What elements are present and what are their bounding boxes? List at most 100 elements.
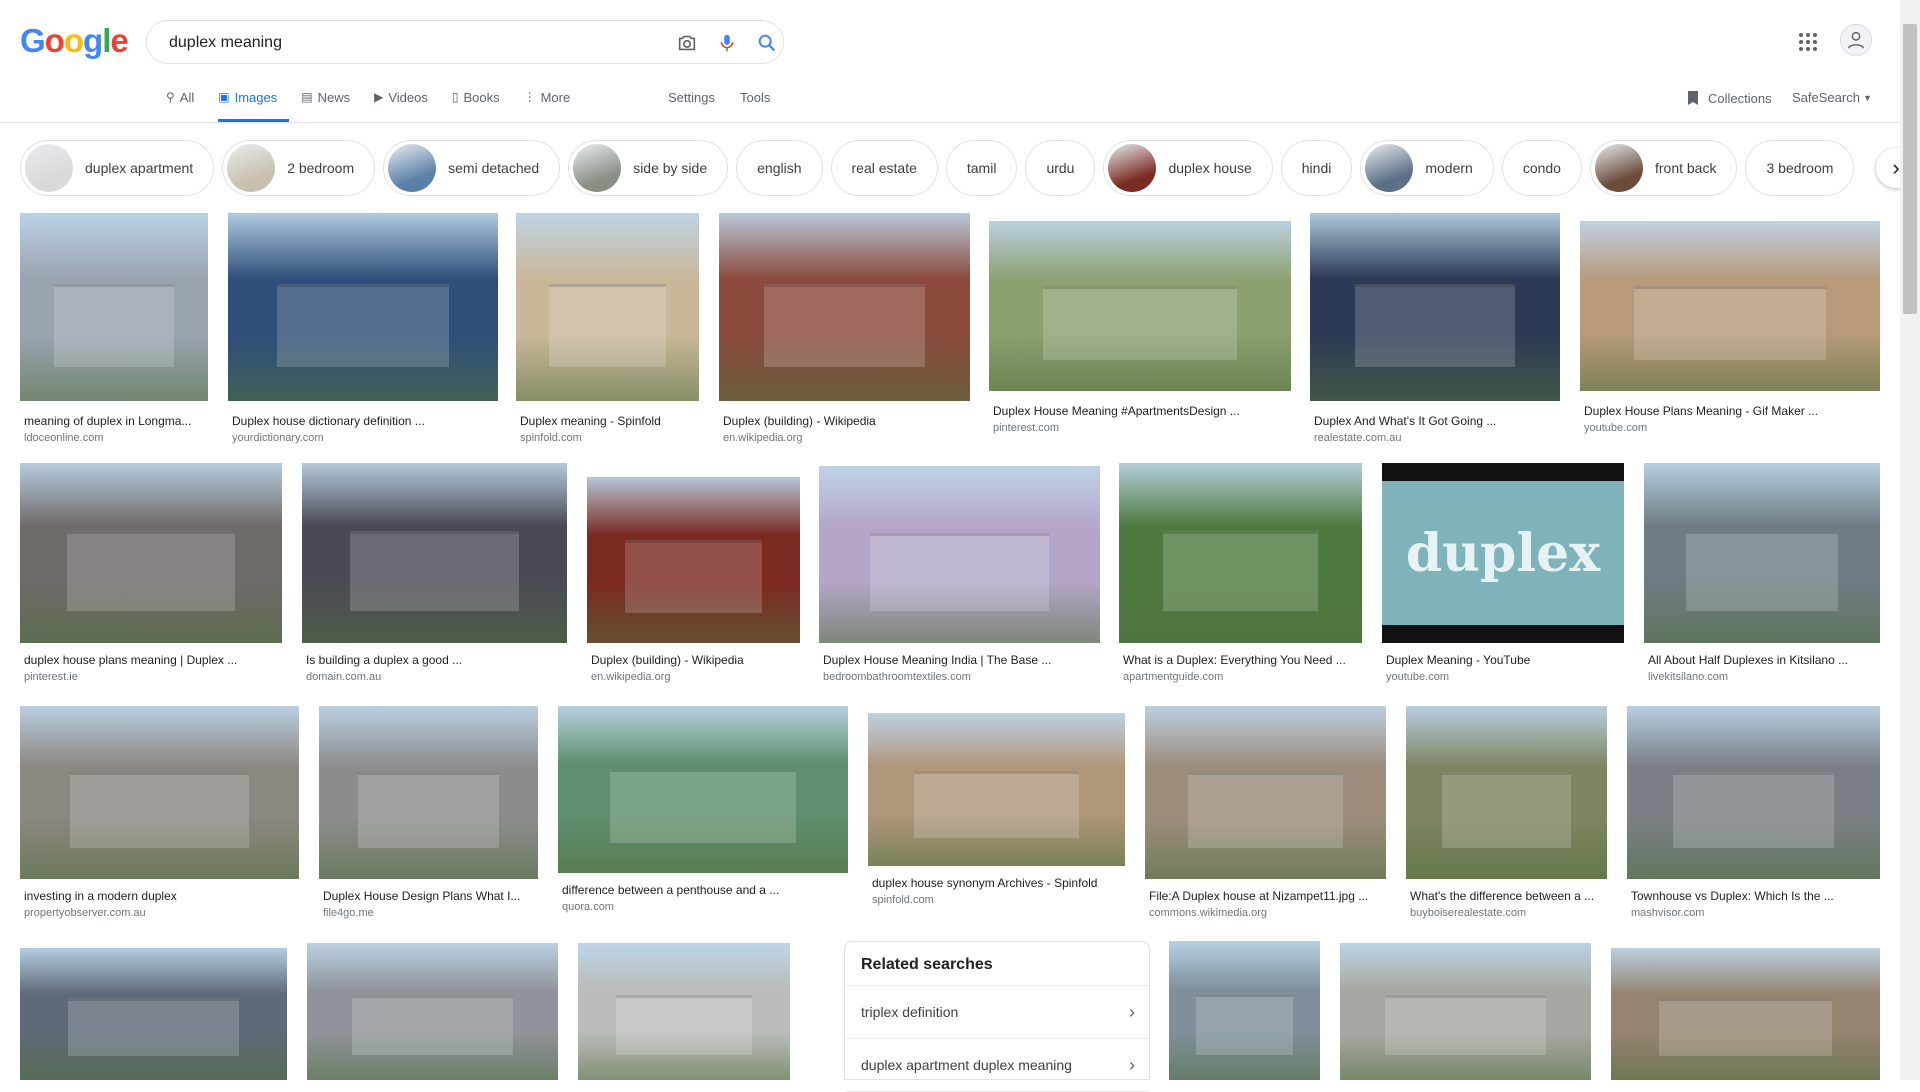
suggestion-chip[interactable]: urdu: [1025, 140, 1096, 196]
result-source[interactable]: spinfold.com: [872, 894, 934, 906]
result-thumbnail[interactable]: [819, 466, 1100, 643]
result-thumbnail[interactable]: [1145, 706, 1386, 879]
suggestion-chip[interactable]: 3 bedroom: [1745, 140, 1855, 196]
account-avatar[interactable]: [1840, 24, 1872, 56]
result-thumbnail[interactable]: [319, 706, 538, 879]
suggestion-chip[interactable]: real estate: [830, 140, 938, 196]
safesearch-menu[interactable]: SafeSearch ▼: [1792, 90, 1872, 105]
result-title[interactable]: All About Half Duplexes in Kitsilano ...: [1648, 653, 1876, 667]
tab-all[interactable]: ⚲ All: [166, 86, 206, 118]
result-source[interactable]: commons.wikimedia.org: [1149, 907, 1267, 919]
suggestion-chip[interactable]: tamil: [945, 140, 1018, 196]
result-title[interactable]: investing in a modern duplex: [24, 889, 295, 903]
result-title[interactable]: Duplex house dictionary definition ...: [232, 414, 494, 428]
result-source[interactable]: ldoceonline.com: [24, 432, 104, 444]
result-title[interactable]: Duplex House Meaning India | The Base ..…: [823, 653, 1096, 667]
result-thumbnail[interactable]: [228, 213, 498, 401]
result-source[interactable]: file4go.me: [323, 907, 374, 919]
suggestion-chip[interactable]: duplex apartment: [20, 140, 215, 196]
search-icon[interactable]: [755, 31, 779, 55]
result-source[interactable]: pinterest.ie: [24, 671, 78, 683]
tools-link[interactable]: Tools: [740, 90, 770, 105]
related-search-item[interactable]: duplex apartment duplex meaning ›: [845, 1039, 1149, 1092]
result-thumbnail[interactable]: [20, 948, 287, 1080]
result-title[interactable]: meaning of duplex in Longma...: [24, 414, 204, 428]
google-logo[interactable]: Google: [20, 22, 129, 60]
result-source[interactable]: domain.com.au: [306, 671, 381, 683]
suggestion-chip[interactable]: semi detached: [383, 140, 561, 196]
suggestion-chip[interactable]: english: [736, 140, 823, 196]
result-source[interactable]: bedroombathroomtextiles.com: [823, 671, 971, 683]
result-thumbnail[interactable]: [587, 477, 800, 643]
tab-images[interactable]: ▣ Images: [218, 86, 290, 122]
tab-videos[interactable]: ▶ Videos: [374, 86, 440, 118]
result-source[interactable]: en.wikipedia.org: [723, 432, 803, 444]
result-thumbnail[interactable]: [20, 706, 299, 879]
page-scrollbar[interactable]: [1900, 0, 1920, 1080]
result-thumbnail[interactable]: [302, 463, 567, 643]
result-title[interactable]: Duplex House Design Plans What I...: [323, 889, 534, 903]
suggestion-chip[interactable]: hindi: [1280, 140, 1353, 196]
suggestion-chip[interactable]: side by side: [568, 140, 729, 196]
result-source[interactable]: yourdictionary.com: [232, 432, 324, 444]
related-search-item[interactable]: triplex definition ›: [845, 986, 1149, 1039]
result-title[interactable]: Duplex meaning - Spinfold: [520, 414, 695, 428]
suggestion-chip[interactable]: front back: [1589, 140, 1738, 196]
result-source[interactable]: livekitsilano.com: [1648, 671, 1728, 683]
scrollbar-thumb[interactable]: [1903, 24, 1917, 314]
result-title[interactable]: Is building a duplex a good ...: [306, 653, 563, 667]
tab-more[interactable]: ⋮ More: [524, 86, 583, 118]
result-thumbnail[interactable]: duplex: [1382, 463, 1624, 643]
result-title[interactable]: duplex house plans meaning | Duplex ...: [24, 653, 278, 667]
suggestion-chip[interactable]: modern: [1360, 140, 1494, 196]
result-source[interactable]: spinfold.com: [520, 432, 582, 444]
result-thumbnail[interactable]: [989, 221, 1291, 391]
result-thumbnail[interactable]: [1580, 221, 1880, 391]
result-source[interactable]: buyboiserealestate.com: [1410, 907, 1526, 919]
result-thumbnail[interactable]: [1119, 463, 1362, 643]
result-title[interactable]: Duplex House Plans Meaning - Gif Maker .…: [1584, 404, 1876, 418]
result-thumbnail[interactable]: [1169, 941, 1320, 1080]
result-thumbnail[interactable]: [516, 213, 699, 401]
apps-grid-icon[interactable]: [1796, 30, 1820, 54]
search-input[interactable]: [167, 21, 591, 65]
camera-icon[interactable]: [675, 31, 699, 55]
result-title[interactable]: Townhouse vs Duplex: Which Is the ...: [1631, 889, 1876, 903]
result-title[interactable]: Duplex Meaning - YouTube: [1386, 653, 1620, 667]
result-source[interactable]: propertyobserver.com.au: [24, 907, 146, 919]
result-thumbnail[interactable]: [868, 713, 1125, 866]
result-thumbnail[interactable]: [1611, 948, 1880, 1080]
result-thumbnail[interactable]: [578, 943, 790, 1080]
result-title[interactable]: What's the difference between a ...: [1410, 889, 1603, 903]
result-thumbnail[interactable]: [719, 213, 970, 401]
result-title[interactable]: Duplex (building) - Wikipedia: [723, 414, 966, 428]
suggestion-chip[interactable]: duplex house: [1103, 140, 1273, 196]
result-source[interactable]: apartmentguide.com: [1123, 671, 1223, 683]
result-title[interactable]: duplex house synonym Archives - Spinfold: [872, 876, 1121, 890]
suggestion-chip[interactable]: condo: [1501, 140, 1582, 196]
result-thumbnail[interactable]: [1340, 943, 1591, 1080]
result-source[interactable]: realestate.com.au: [1314, 432, 1401, 444]
microphone-icon[interactable]: [715, 31, 739, 55]
result-source[interactable]: quora.com: [562, 901, 614, 913]
result-thumbnail[interactable]: [1627, 706, 1880, 879]
tab-books[interactable]: ▯ Books: [452, 86, 512, 118]
result-source[interactable]: youtube.com: [1584, 422, 1647, 434]
result-title[interactable]: What is a Duplex: Everything You Need ..…: [1123, 653, 1358, 667]
result-title[interactable]: Duplex House Meaning #ApartmentsDesign .…: [993, 404, 1287, 418]
result-source[interactable]: pinterest.com: [993, 422, 1059, 434]
collections-link[interactable]: Collections: [1686, 90, 1772, 106]
result-thumbnail[interactable]: [307, 943, 558, 1080]
result-thumbnail[interactable]: [1406, 706, 1607, 879]
result-thumbnail[interactable]: [20, 463, 282, 643]
result-title[interactable]: File:A Duplex house at Nizampet11.jpg ..…: [1149, 889, 1382, 903]
result-thumbnail[interactable]: [1644, 463, 1880, 643]
result-thumbnail[interactable]: [1310, 213, 1560, 401]
result-title[interactable]: Duplex And What's It Got Going ...: [1314, 414, 1556, 428]
result-source[interactable]: en.wikipedia.org: [591, 671, 671, 683]
result-thumbnail[interactable]: [20, 213, 208, 401]
suggestion-chip[interactable]: 2 bedroom: [222, 140, 376, 196]
settings-link[interactable]: Settings: [668, 90, 715, 105]
result-thumbnail[interactable]: [558, 706, 848, 873]
result-title[interactable]: difference between a penthouse and a ...: [562, 883, 844, 897]
